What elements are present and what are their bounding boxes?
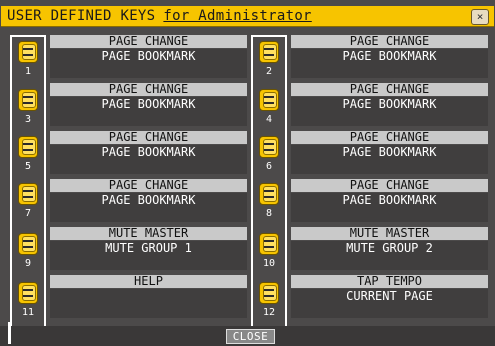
user-key-5-icon[interactable] (18, 136, 38, 158)
key-parameter: PAGE BOOKMARK (50, 145, 247, 174)
key-number: 11 (21, 307, 35, 318)
user-defined-keys-window: USER DEFINED KEYS for Administrator × 1 3… (0, 0, 495, 346)
user-key-3-icon[interactable] (18, 89, 38, 111)
key-assignment-panel-12[interactable]: TAP TEMPO CURRENT PAGE (291, 275, 488, 318)
key-number: 10 (262, 258, 276, 269)
key-number: 2 (265, 66, 273, 77)
user-key-7-icon[interactable] (18, 183, 38, 205)
user-key-1-icon[interactable] (18, 41, 38, 63)
user-key-4-icon[interactable] (259, 89, 279, 111)
key-assignment-panel-4[interactable]: PAGE CHANGE PAGE BOOKMARK (291, 83, 488, 126)
key-assignment-panel-8[interactable]: PAGE CHANGE PAGE BOOKMARK (291, 179, 488, 222)
key-function: PAGE CHANGE (50, 131, 247, 144)
key-function: MUTE MASTER (291, 227, 488, 240)
user-key-11-icon[interactable] (18, 282, 38, 304)
key-parameter (50, 289, 247, 318)
key-function: PAGE CHANGE (291, 83, 488, 96)
user-key-2-icon[interactable] (259, 41, 279, 63)
key-parameter: CURRENT PAGE (291, 289, 488, 318)
key-number: 3 (24, 114, 32, 125)
user-key-8-icon[interactable] (259, 183, 279, 205)
key-number: 9 (24, 258, 32, 269)
key-assignment-panel-5[interactable]: PAGE CHANGE PAGE BOOKMARK (50, 131, 247, 174)
key-assignment-panel-10[interactable]: MUTE MASTER MUTE GROUP 2 (291, 227, 488, 270)
key-assignment-panel-6[interactable]: PAGE CHANGE PAGE BOOKMARK (291, 131, 488, 174)
key-parameter: PAGE BOOKMARK (50, 49, 247, 78)
key-parameter: MUTE GROUP 1 (50, 241, 247, 270)
key-number: 1 (24, 66, 32, 77)
key-function: HELP (50, 275, 247, 288)
key-parameter: PAGE BOOKMARK (50, 97, 247, 126)
key-number: 8 (265, 208, 273, 219)
key-function: PAGE CHANGE (50, 35, 247, 48)
user-key-12-icon[interactable] (259, 282, 279, 304)
key-assignment-panel-11[interactable]: HELP (50, 275, 247, 318)
key-function: TAP TEMPO (291, 275, 488, 288)
user-key-9-icon[interactable] (18, 233, 38, 255)
key-parameter: MUTE GROUP 2 (291, 241, 488, 270)
key-function: MUTE MASTER (50, 227, 247, 240)
key-parameter: PAGE BOOKMARK (291, 97, 488, 126)
key-number: 5 (24, 161, 32, 172)
key-number: 4 (265, 114, 273, 125)
left-edge-marker (8, 322, 11, 344)
close-icon[interactable]: × (471, 9, 489, 25)
title-subtitle: for Administrator (163, 8, 312, 24)
key-parameter: PAGE BOOKMARK (50, 193, 247, 222)
window-title: USER DEFINED KEYS for Administrator (7, 8, 312, 24)
key-assignment-panel-9[interactable]: MUTE MASTER MUTE GROUP 1 (50, 227, 247, 270)
key-assignment-panel-1[interactable]: PAGE CHANGE PAGE BOOKMARK (50, 35, 247, 78)
key-function: PAGE CHANGE (291, 35, 488, 48)
title-text: USER DEFINED KEYS (7, 8, 156, 24)
key-function: PAGE CHANGE (50, 179, 247, 192)
user-key-10-icon[interactable] (259, 233, 279, 255)
title-bar: USER DEFINED KEYS for Administrator × (1, 6, 494, 27)
user-key-6-icon[interactable] (259, 136, 279, 158)
key-parameter: PAGE BOOKMARK (291, 145, 488, 174)
key-assignment-panel-7[interactable]: PAGE CHANGE PAGE BOOKMARK (50, 179, 247, 222)
key-parameter: PAGE BOOKMARK (291, 49, 488, 78)
key-assignment-panel-3[interactable]: PAGE CHANGE PAGE BOOKMARK (50, 83, 247, 126)
key-parameter: PAGE BOOKMARK (291, 193, 488, 222)
key-function: PAGE CHANGE (291, 131, 488, 144)
close-button[interactable]: CLOSE (226, 329, 275, 344)
key-function: PAGE CHANGE (50, 83, 247, 96)
key-function: PAGE CHANGE (291, 179, 488, 192)
key-number: 6 (265, 161, 273, 172)
key-number: 12 (262, 307, 276, 318)
key-number: 7 (24, 208, 32, 219)
key-assignment-panel-2[interactable]: PAGE CHANGE PAGE BOOKMARK (291, 35, 488, 78)
